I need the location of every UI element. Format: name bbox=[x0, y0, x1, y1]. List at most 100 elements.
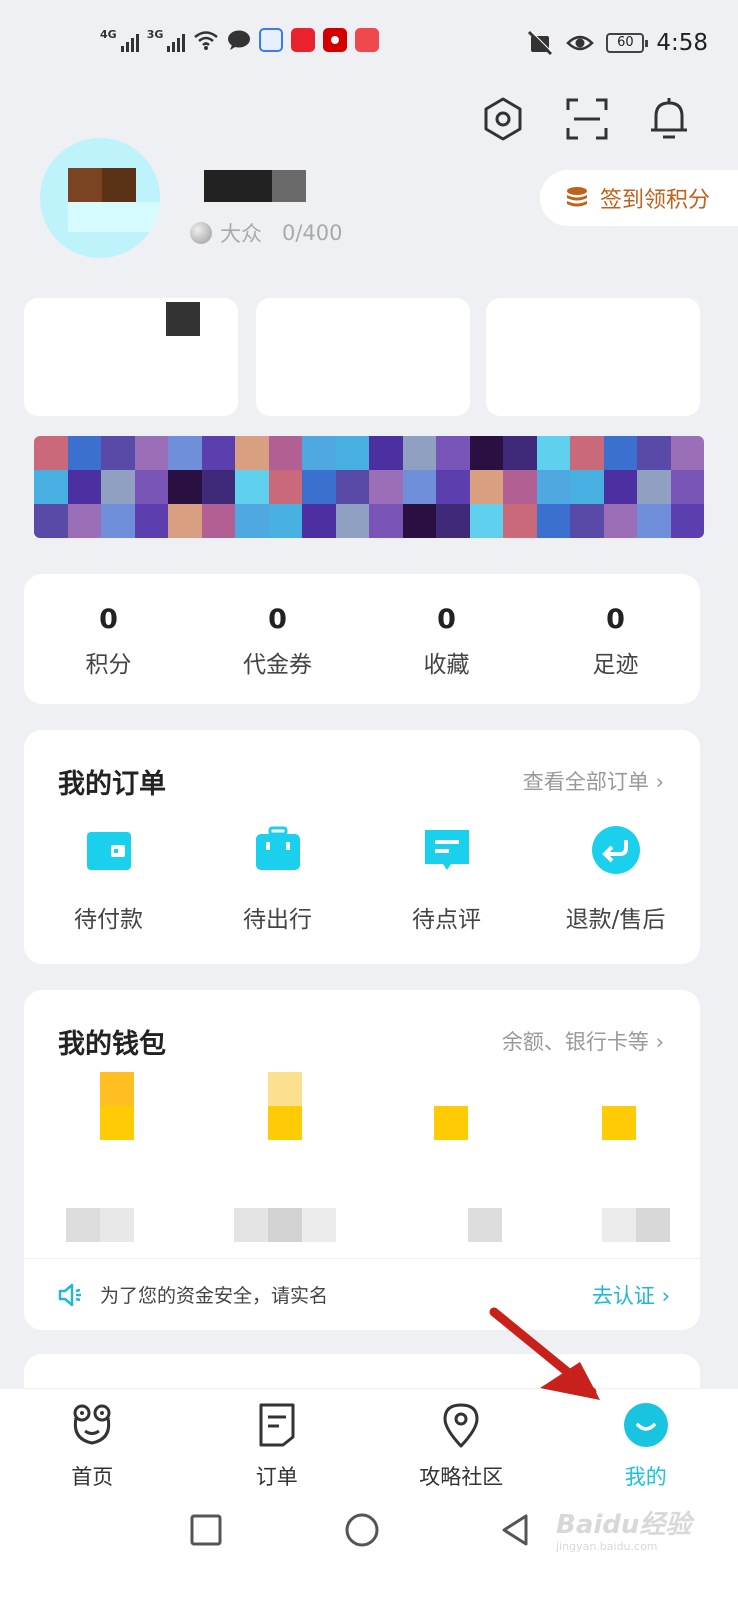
recents-square-icon[interactable] bbox=[186, 1510, 226, 1550]
wallet-title: 我的钱包 bbox=[58, 1029, 166, 1060]
red-pointer-arrow-icon bbox=[489, 1307, 600, 1400]
signal-3g-icon: 3G bbox=[147, 28, 186, 52]
location-pin-icon bbox=[443, 1403, 479, 1448]
stat-points[interactable]: 0 积分 bbox=[24, 574, 193, 704]
wifi-icon bbox=[194, 31, 219, 50]
level-badge-icon bbox=[190, 222, 212, 244]
mosaic-tile bbox=[67, 504, 101, 538]
settings-icon[interactable] bbox=[480, 96, 526, 142]
redacted-card-middle[interactable] bbox=[256, 298, 470, 416]
redacted-banner[interactable] bbox=[34, 436, 704, 538]
mosaic-tile bbox=[670, 470, 704, 504]
mosaic-tile bbox=[101, 504, 135, 538]
view-all-orders-link[interactable]: 查看全部订单 › bbox=[523, 766, 664, 796]
record-notification-icon bbox=[323, 28, 348, 52]
mosaic-tile bbox=[34, 436, 68, 470]
mosaic-tile bbox=[201, 436, 235, 470]
mosaic-tile bbox=[168, 504, 202, 538]
refund-icon bbox=[591, 826, 640, 874]
speaker-icon bbox=[58, 1283, 81, 1306]
stat-vouchers[interactable]: 0 代金券 bbox=[193, 574, 362, 704]
mosaic-tile bbox=[536, 504, 570, 538]
order-pending-payment[interactable]: 待付款 bbox=[24, 824, 193, 934]
chat-notification-icon bbox=[228, 30, 251, 50]
mosaic-tile bbox=[134, 436, 168, 470]
mosaic-tile bbox=[369, 504, 403, 538]
clock: 4:58 bbox=[656, 30, 708, 56]
mosaic-tile bbox=[603, 470, 637, 504]
order-upcoming-trip[interactable]: 待出行 bbox=[193, 824, 362, 934]
redacted-wallet-items[interactable] bbox=[34, 1072, 694, 1242]
order-pending-review[interactable]: 待点评 bbox=[362, 824, 531, 934]
nav-label: 订单 bbox=[255, 1465, 298, 1489]
eye-comfort-icon bbox=[566, 35, 595, 51]
taobao-notification-icon bbox=[291, 28, 316, 52]
mosaic-tile bbox=[369, 470, 403, 504]
mosaic-tile bbox=[570, 470, 604, 504]
stat-label: 代金券 bbox=[243, 652, 312, 678]
mosaic-tile bbox=[536, 436, 570, 470]
mosaic-tile bbox=[335, 436, 369, 470]
mosaic-tile bbox=[402, 470, 436, 504]
status-left: 4G 3G bbox=[100, 28, 380, 52]
stat-label: 足迹 bbox=[592, 652, 639, 678]
mosaic-tile bbox=[402, 504, 436, 538]
order-label: 待付款 bbox=[74, 907, 143, 933]
redacted-card-right[interactable] bbox=[486, 298, 700, 416]
nav-orders[interactable]: 订单 bbox=[185, 1389, 370, 1496]
nav-label: 我的 bbox=[624, 1465, 667, 1489]
avatar[interactable] bbox=[40, 138, 160, 258]
redacted-card-left[interactable] bbox=[24, 298, 238, 416]
mosaic-tile bbox=[402, 436, 436, 470]
mosaic-tile bbox=[201, 504, 235, 538]
stat-history[interactable]: 0 足迹 bbox=[531, 574, 700, 704]
status-right: 60 4:58 bbox=[526, 30, 708, 56]
mosaic-tile bbox=[469, 504, 503, 538]
wallet-card: 我的钱包 余额、银行卡等 › 为了您的资金安全，请实名 去认证 › bbox=[24, 990, 700, 1330]
bell-icon[interactable] bbox=[646, 96, 692, 142]
mosaic-tile bbox=[503, 504, 537, 538]
signin-label: 签到领积分 bbox=[600, 188, 711, 213]
username-redacted bbox=[204, 170, 306, 202]
back-triangle-icon[interactable] bbox=[496, 1510, 536, 1550]
mosaic-tile bbox=[168, 470, 202, 504]
mosaic-tile bbox=[436, 470, 470, 504]
level-name: 大众 bbox=[220, 222, 262, 246]
mosaic-tile bbox=[134, 470, 168, 504]
mosaic-tile bbox=[503, 436, 537, 470]
scan-icon[interactable] bbox=[564, 96, 610, 142]
mosaic-tile bbox=[67, 470, 101, 504]
mosaic-tile bbox=[503, 470, 537, 504]
mosaic-tile bbox=[168, 436, 202, 470]
mosaic-tile bbox=[268, 470, 302, 504]
stat-label: 积分 bbox=[85, 652, 132, 678]
mosaic-tile bbox=[436, 504, 470, 538]
mosaic-tile bbox=[302, 470, 336, 504]
mosaic-tile bbox=[369, 436, 403, 470]
stats-card: 0 积分 0 代金券 0 收藏 0 足迹 bbox=[24, 574, 700, 704]
nav-home[interactable]: 首页 bbox=[0, 1389, 185, 1496]
mosaic-tile bbox=[101, 470, 135, 504]
stat-value: 0 bbox=[606, 604, 625, 635]
wallet-details-link[interactable]: 余额、银行卡等 › bbox=[502, 1026, 664, 1056]
mosaic-tile bbox=[570, 504, 604, 538]
mosaic-tile bbox=[670, 436, 704, 470]
mosaic-tile bbox=[235, 470, 269, 504]
orders-title: 我的订单 bbox=[58, 769, 166, 800]
mosaic-tile bbox=[34, 470, 68, 504]
mosaic-tile bbox=[570, 436, 604, 470]
signin-button[interactable]: 签到领积分 bbox=[540, 170, 738, 226]
member-level[interactable]: 大众 0/400 bbox=[190, 218, 343, 248]
signal-4g-icon: 4G bbox=[100, 28, 139, 52]
stat-label: 收藏 bbox=[423, 652, 470, 678]
nav-label: 首页 bbox=[71, 1465, 114, 1489]
orders-card: 我的订单 查看全部订单 › 待付款 待出行 待点评 退款/售后 bbox=[24, 730, 700, 964]
stat-favorites[interactable]: 0 收藏 bbox=[362, 574, 531, 704]
mosaic-tile bbox=[101, 436, 135, 470]
battery-icon: 60 bbox=[606, 33, 649, 53]
smile-face-icon bbox=[623, 1403, 668, 1447]
home-circle-icon[interactable] bbox=[342, 1510, 382, 1550]
mosaic-tile bbox=[268, 436, 302, 470]
mosaic-tile bbox=[335, 504, 369, 538]
order-refund[interactable]: 退款/售后 bbox=[531, 824, 700, 934]
